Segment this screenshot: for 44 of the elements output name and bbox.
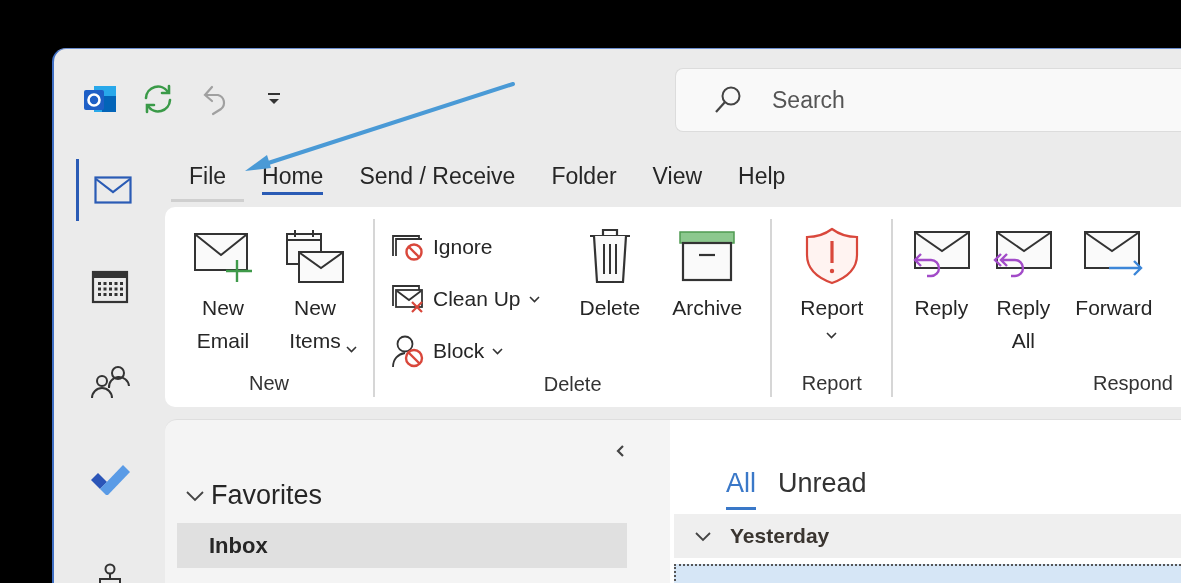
ignore-icon (391, 232, 425, 262)
collapse-icon[interactable] (615, 444, 625, 458)
caret-icon (345, 346, 357, 353)
chevron-icon (185, 489, 205, 502)
ribbon-tab[interactable]: View (634, 156, 721, 202)
calendar-envelope-icon (285, 228, 345, 284)
clean-up-icon (391, 284, 425, 314)
ribbon-button[interactable]: Reply All (985, 219, 1062, 357)
folder-item[interactable]: Inbox (177, 523, 627, 568)
ribbon-button[interactable]: Ignore (389, 225, 542, 269)
ribbon-button[interactable]: Block (389, 329, 542, 373)
ribbon-button[interactable]: New Items (271, 219, 359, 357)
shield-alert-icon (803, 227, 860, 285)
calendar-icon (90, 268, 129, 304)
caret-icon (528, 295, 540, 303)
people-icon (89, 364, 130, 400)
ribbon-button[interactable]: Archive (658, 219, 757, 324)
ribbon-button[interactable]: Forward (1067, 219, 1161, 324)
block-person-icon (391, 334, 425, 368)
ribbon-button[interactable]: Report (786, 219, 878, 339)
date-group-header[interactable]: Yesterday (674, 514, 1181, 558)
ribbon-tab[interactable]: Help (720, 156, 804, 202)
archive-box-icon (678, 230, 737, 282)
caret-icon (826, 332, 838, 339)
ribbon-button[interactable]: Clean Up (389, 277, 542, 321)
caret-icon (492, 347, 504, 355)
ribbon-button[interactable]: Reply (903, 219, 980, 324)
group-label: Report (800, 372, 863, 396)
chevron-icon (694, 530, 712, 542)
ribbon-button[interactable]: Delete (565, 219, 655, 324)
group-label: New (248, 372, 290, 396)
ribbon-button[interactable]: New Email (179, 219, 267, 357)
customize-toolbar-icon[interactable] (266, 92, 282, 106)
mail-icon (94, 176, 132, 204)
search-field[interactable]: Search (675, 68, 1181, 132)
folder-section-header[interactable]: Favorites (185, 480, 323, 511)
filter-tab[interactable]: Unread (778, 466, 867, 510)
ribbon-tab[interactable]: Folder (533, 156, 635, 202)
filter-tab[interactable]: All (726, 466, 756, 510)
ribbon-tab[interactable]: Send / Receive (341, 156, 534, 202)
envelope-plus-icon (193, 230, 253, 282)
ribbon-tab[interactable]: File (171, 156, 245, 202)
group-label: Respond (1091, 372, 1174, 396)
group-label: Delete (542, 373, 603, 397)
